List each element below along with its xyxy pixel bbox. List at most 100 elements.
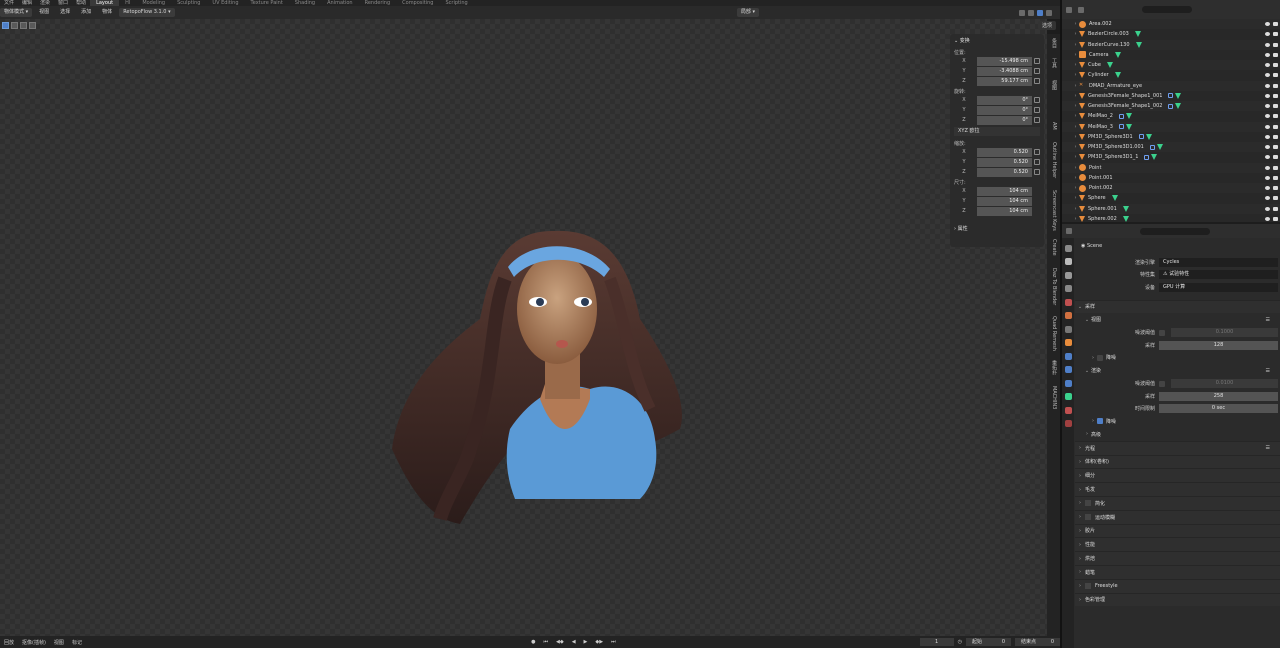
render-visibility-icon[interactable] — [1273, 155, 1278, 160]
properties-section-header[interactable]: › 属性 — [950, 222, 1044, 235]
lock-icon[interactable] — [1034, 149, 1040, 155]
noise-threshold-checkbox[interactable] — [1159, 380, 1165, 387]
render-visibility-icon[interactable] — [1273, 145, 1278, 150]
mesh-data-icon[interactable] — [1122, 205, 1129, 212]
lock-icon[interactable] — [1034, 68, 1040, 74]
mesh-data-icon[interactable] — [1106, 62, 1113, 69]
object-data-tab-icon[interactable] — [1064, 393, 1072, 400]
filter-icon[interactable] — [1078, 6, 1084, 13]
render-samples-field[interactable]: 258 — [1159, 391, 1278, 401]
outliner-row[interactable]: › Sphere.002 — [1062, 214, 1280, 224]
dimensions-x-field[interactable]: 104 cm — [977, 186, 1032, 196]
expand-arrow-icon[interactable]: › — [1072, 134, 1079, 140]
rotation-mode-dropdown[interactable]: XYZ 欧拉 — [954, 127, 1040, 136]
lock-icon[interactable] — [1034, 117, 1040, 123]
rotation-z-field[interactable]: 0° — [977, 115, 1032, 125]
transform-orientation-dropdown[interactable]: 局部 ▾ — [736, 8, 759, 17]
particles-tab-icon[interactable] — [1064, 366, 1072, 373]
current-frame-field[interactable]: 1 — [919, 638, 954, 646]
object-tab-icon[interactable] — [1064, 339, 1072, 346]
outliner-row[interactable]: › BezierCurve.130 — [1062, 39, 1280, 50]
motion-blur-panel[interactable]: › 运动模糊 — [1075, 509, 1280, 524]
tab-view[interactable]: 视图 — [1047, 80, 1060, 90]
lock-icon[interactable] — [1034, 78, 1040, 84]
mesh-data-icon[interactable] — [1145, 133, 1152, 140]
sampling-panel[interactable]: ⌄ 采样 — [1075, 299, 1280, 314]
jump-start-icon[interactable]: ⏮ — [539, 639, 552, 645]
viewport-subpanel[interactable]: ⌄ 视图 ☰ — [1075, 313, 1280, 326]
visibility-eye-icon[interactable] — [1265, 145, 1270, 150]
properties-search-input[interactable] — [1140, 227, 1210, 235]
freestyle-checkbox[interactable] — [1085, 583, 1091, 590]
output-tab-icon[interactable] — [1064, 271, 1072, 279]
noise-threshold-checkbox[interactable] — [1159, 329, 1165, 336]
outliner-row[interactable]: › Genesis3Female_Shape1_002 — [1062, 101, 1280, 112]
start-frame-field[interactable]: 起始 0 — [966, 638, 1011, 646]
menu-select[interactable]: 选择 — [56, 8, 74, 17]
tab-tool[interactable]: 工具 — [1047, 58, 1060, 68]
expand-arrow-icon[interactable]: › — [1072, 31, 1079, 37]
subdivision-panel[interactable]: › 细分 — [1075, 468, 1280, 483]
expand-arrow-icon[interactable]: › — [1072, 124, 1079, 130]
modifier-icon[interactable] — [1168, 103, 1174, 109]
expand-arrow-icon[interactable]: › — [1072, 144, 1079, 150]
visibility-eye-icon[interactable] — [1265, 165, 1270, 170]
render-visibility-icon[interactable] — [1273, 83, 1278, 88]
outliner-row[interactable]: › Sphere — [1062, 193, 1280, 203]
modifier-tab-icon[interactable] — [1064, 352, 1072, 360]
outliner-row[interactable]: › MeiMao_3 — [1062, 121, 1280, 132]
viewport-shading-material-icon[interactable] — [1028, 9, 1034, 16]
clock-icon[interactable]: ◷ — [954, 639, 966, 645]
render-tab-icon[interactable] — [1064, 258, 1072, 265]
lock-icon[interactable] — [1034, 169, 1040, 175]
color-management-panel[interactable]: › 色彩管理 — [1075, 592, 1280, 607]
viewport-denoise-subpanel[interactable]: › 降噪 — [1075, 351, 1280, 364]
outliner-row[interactable]: › Sphere.001 — [1062, 203, 1280, 214]
next-keyframe-icon[interactable]: ◆▶ — [591, 639, 607, 645]
3d-viewport[interactable] — [0, 19, 1047, 636]
end-frame-field[interactable]: 结束点 0 — [1015, 638, 1060, 646]
dimensions-z-field[interactable]: 104 cm — [977, 206, 1032, 216]
modifier-icon[interactable] — [1118, 124, 1124, 130]
render-visibility-icon[interactable] — [1273, 63, 1278, 68]
mesh-data-icon[interactable] — [1175, 103, 1182, 110]
options-dropdown[interactable]: 选项 — [1037, 21, 1056, 30]
visibility-eye-icon[interactable] — [1265, 83, 1270, 88]
mesh-data-icon[interactable] — [1125, 123, 1132, 130]
transform-section-header[interactable]: ⌄ 变换 — [950, 34, 1044, 47]
select-extend-icon[interactable] — [11, 22, 18, 29]
visibility-eye-icon[interactable] — [1265, 155, 1270, 160]
expand-arrow-icon[interactable]: › — [1072, 93, 1079, 99]
outliner-row[interactable]: › Camera — [1062, 50, 1280, 60]
dimensions-y-field[interactable]: 104 cm — [977, 196, 1032, 206]
motion-blur-checkbox[interactable] — [1085, 514, 1091, 521]
mesh-data-icon[interactable] — [1134, 31, 1141, 38]
tool-tab-icon[interactable] — [1064, 244, 1072, 252]
performance-panel[interactable]: › 性能 — [1075, 537, 1280, 552]
render-visibility-icon[interactable] — [1273, 124, 1278, 129]
device-dropdown[interactable]: GPU 计算 — [1159, 282, 1278, 292]
visibility-eye-icon[interactable] — [1265, 32, 1270, 37]
location-y-field[interactable]: -3.4088 cm — [977, 66, 1032, 76]
tab-quad-remesh[interactable]: Quad Remesh — [1047, 316, 1060, 351]
menu-add[interactable]: 添加 — [77, 8, 95, 17]
timeline-view-menu[interactable]: 视图 — [50, 639, 68, 646]
render-engine-dropdown[interactable]: Cycles — [1159, 257, 1278, 267]
render-visibility-icon[interactable] — [1273, 196, 1278, 201]
tab-machin3[interactable]: MACHIN3 — [1047, 386, 1060, 409]
hair-panel[interactable]: › 毛发 — [1075, 482, 1280, 496]
mesh-data-icon[interactable] — [1111, 195, 1118, 202]
view-layer-tab-icon[interactable] — [1064, 285, 1072, 292]
play-reverse-icon[interactable]: ◀ — [568, 639, 580, 645]
expand-arrow-icon[interactable]: › — [1072, 103, 1079, 109]
visibility-eye-icon[interactable] — [1265, 206, 1270, 211]
expand-arrow-icon[interactable]: › — [1072, 175, 1079, 181]
outliner-row[interactable]: › PM3D_Sphere3D1.001 — [1062, 142, 1280, 153]
mesh-data-icon[interactable] — [1151, 154, 1158, 161]
render-visibility-icon[interactable] — [1273, 73, 1278, 78]
modifier-icon[interactable] — [1168, 93, 1174, 99]
bake-panel[interactable]: › 烘焙 — [1075, 551, 1280, 565]
visibility-eye-icon[interactable] — [1265, 175, 1270, 180]
modifier-icon[interactable] — [1138, 134, 1144, 140]
visibility-eye-icon[interactable] — [1265, 124, 1270, 129]
